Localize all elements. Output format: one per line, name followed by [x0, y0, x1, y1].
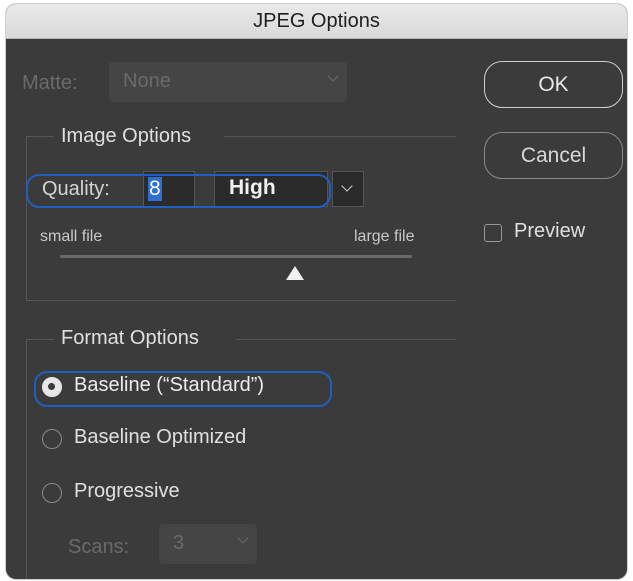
dialog-title: JPEG Options — [6, 4, 627, 39]
image-options-border-side — [26, 136, 27, 300]
ok-button[interactable]: OK — [484, 61, 623, 108]
format-options-border-right — [236, 339, 456, 340]
scans-label: Scans: — [68, 536, 130, 558]
quality-highlight — [26, 174, 331, 208]
quality-slider-thumb[interactable] — [285, 266, 304, 280]
scans-select[interactable]: 3 — [159, 524, 257, 564]
small-file-label: small file — [40, 228, 103, 245]
chevron-down-icon — [327, 70, 339, 82]
format-options-border-left — [26, 339, 54, 340]
quality-slider-track[interactable] — [60, 255, 412, 258]
matte-select[interactable]: None — [109, 62, 347, 102]
cancel-button[interactable]: Cancel — [484, 132, 623, 179]
matte-value: None — [123, 70, 171, 92]
radio-icon — [42, 483, 62, 503]
preview-checkbox-row[interactable]: Preview — [484, 220, 614, 248]
quality-preset-dropdown[interactable] — [332, 171, 364, 207]
image-options-legend: Image Options — [61, 125, 192, 147]
radio-baseline-standard[interactable]: Baseline (“Standard”) — [42, 374, 332, 402]
radio-label: Progressive — [74, 480, 180, 502]
radio-baseline-optimized[interactable]: Baseline Optimized — [42, 426, 332, 454]
jpeg-options-dialog: JPEG Options Matte: None Image Options Q… — [6, 4, 627, 579]
format-options-border-side — [26, 339, 27, 579]
radio-label: Baseline Optimized — [74, 426, 247, 448]
radio-label: Baseline (“Standard”) — [74, 374, 265, 396]
image-options-border-bottom — [26, 300, 456, 301]
preview-label: Preview — [514, 220, 586, 242]
preview-checkbox[interactable] — [484, 224, 502, 242]
image-options-border-right — [224, 136, 456, 137]
chevron-down-icon — [237, 532, 249, 544]
image-options-border-left — [26, 136, 54, 137]
matte-label: Matte: — [22, 72, 78, 94]
radio-progressive[interactable]: Progressive — [42, 480, 332, 508]
large-file-label: large file — [354, 228, 415, 245]
scans-value: 3 — [173, 532, 185, 554]
radio-selected-icon — [42, 377, 62, 397]
chevron-down-icon — [341, 180, 353, 192]
radio-icon — [42, 429, 62, 449]
format-options-legend: Format Options — [61, 327, 199, 349]
